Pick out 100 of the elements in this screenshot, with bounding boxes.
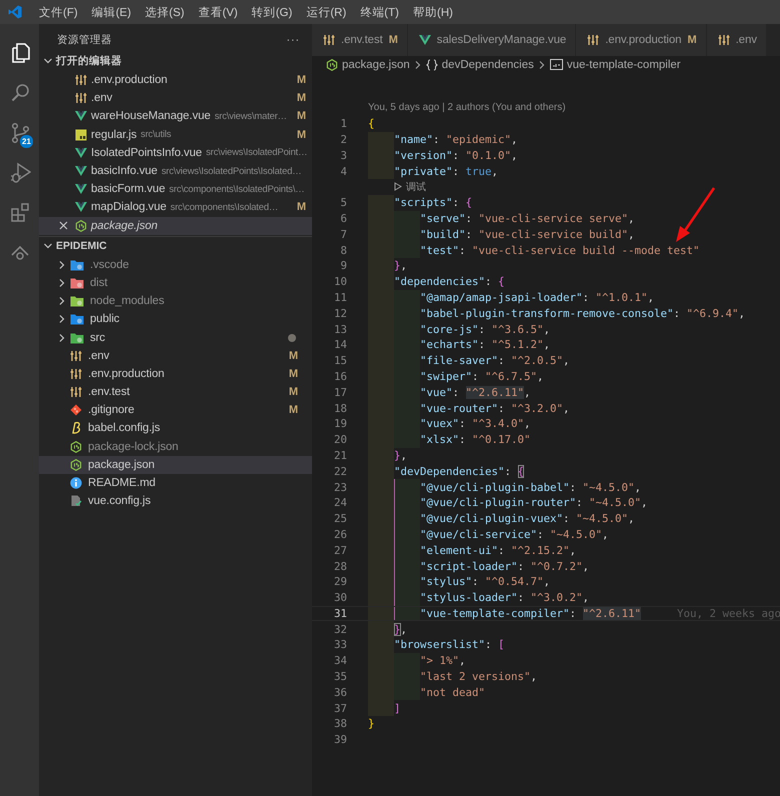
code-line: }, (394, 622, 408, 638)
git-status: M (296, 92, 306, 104)
line-number: 11 (334, 290, 347, 304)
menu-item[interactable]: 编辑(E) (84, 4, 138, 20)
editor-tab[interactable]: salesDeliveryManage.vue (408, 24, 576, 56)
open-editor-item[interactable]: regular.js src\utils M (39, 126, 312, 144)
file-name: README.md (88, 477, 156, 490)
code-line: "script-loader": "^0.7.2", (420, 558, 590, 574)
file-path: src\views\mater… (214, 110, 287, 122)
folder-item[interactable]: node_modules (39, 292, 312, 310)
file-path: src\components\Isolated… (170, 202, 278, 213)
file-name: public (90, 313, 120, 326)
git-status: M (296, 201, 306, 214)
open-editor-item[interactable]: package.json (39, 216, 312, 235)
editor-tab[interactable]: .env (706, 24, 767, 56)
menu-item[interactable]: 终端(T) (353, 4, 406, 20)
section-title: EPIDEMIC (56, 240, 107, 252)
diamond-icon (70, 404, 82, 416)
code-line: "babel-plugin-transform-remove-console": "^6.9.4", (420, 306, 746, 322)
v-logo-icon (75, 146, 87, 159)
file-item[interactable]: README.md (39, 474, 312, 492)
open-editor-item[interactable]: .env M (39, 89, 312, 108)
play-bug-icon[interactable] (8, 161, 30, 183)
file-item[interactable]: .env.test M (39, 383, 312, 402)
blame-info[interactable]: You, 5 days ago | 2 authors (You and others) (368, 102, 566, 114)
string-icon (550, 59, 563, 70)
code-line: }, (394, 448, 408, 464)
file-name: basicInfo.vue (91, 165, 158, 178)
folder-item[interactable]: src (39, 328, 312, 347)
file-item[interactable]: vue.config.js (39, 492, 312, 510)
line-number: 6 (340, 212, 347, 225)
file-name: package.json (88, 458, 155, 471)
open-editor-item[interactable]: basicForm.vue src\components\IsolatedPoints\… (39, 180, 312, 198)
line-number: 1 (340, 117, 347, 130)
file-name: dist (90, 276, 108, 289)
section-title: 打开的编辑器 (56, 54, 122, 68)
v-logo-icon (75, 183, 87, 196)
menu-item[interactable]: 查看(V) (191, 4, 245, 20)
file-name: .env.production (91, 74, 168, 86)
folder-item[interactable]: public (39, 310, 312, 328)
open-editor-item[interactable]: mapDialog.vue src\components\Isolated… M (39, 198, 312, 216)
file-name: mapDialog.vue (91, 201, 166, 214)
file-item[interactable]: .gitignore M (39, 401, 312, 420)
chevron-icon[interactable] (43, 56, 53, 66)
section-header[interactable]: 打开的编辑器 (39, 52, 312, 70)
open-editor-item[interactable]: wareHouseManage.vue src\views\mater… M (39, 107, 312, 126)
folder-item[interactable]: .vscode (39, 256, 312, 274)
file-item[interactable]: package.json (39, 456, 312, 474)
line-number: 2 (340, 132, 347, 146)
close-icon[interactable] (59, 221, 68, 230)
editor-tab[interactable]: .env.test M (312, 24, 408, 56)
breadcrumb-item[interactable]: package.json (326, 58, 410, 70)
count-badge: 21 (19, 134, 34, 149)
line-number: 15 (334, 354, 347, 368)
code-line: "devDependencies": { (394, 464, 524, 480)
open-editor-item[interactable]: .env.production M (39, 71, 312, 90)
line-number: 20 (334, 433, 347, 446)
file-name: .env.test (88, 386, 130, 398)
menu-item[interactable]: 帮助(H) (406, 4, 460, 20)
code-line: } (368, 716, 375, 732)
menu-item[interactable]: 文件(F) (32, 4, 85, 20)
code-line: ] (394, 700, 401, 716)
app-logo-icon[interactable] (8, 5, 22, 19)
code-line: "core-js": "^3.6.5", (420, 322, 550, 337)
extensions-icon[interactable] (8, 201, 30, 223)
v-logo-icon (75, 201, 87, 214)
more-actions[interactable]: ··· (286, 34, 300, 46)
breadcrumb-item[interactable]: devDependencies (426, 58, 534, 70)
chevron-icon (414, 60, 422, 70)
file-name: .env (88, 350, 110, 362)
code-line: "vue-template-compiler": "^2.6.11" (420, 606, 642, 620)
menu-item[interactable]: 选择(S) (138, 4, 192, 20)
menu-item[interactable]: 运行(R) (299, 4, 354, 20)
line-number: 10 (334, 275, 347, 288)
section-header[interactable]: EPIDEMIC (39, 236, 312, 255)
code-line: "xlsx": "^0.17.0" (420, 432, 531, 448)
code-line: "last 2 versions", (420, 669, 538, 684)
open-editor-item[interactable]: basicInfo.vue src\views\IsolatedPoints\Isolated… (39, 162, 312, 180)
line-number: 22 (334, 464, 347, 478)
line-number: 7 (340, 228, 347, 241)
code-line: "> 1%", (420, 653, 466, 669)
code-line: "vue-router": "^3.2.0", (420, 400, 570, 416)
folder-item[interactable]: dist (39, 274, 312, 292)
chevron-icon[interactable] (43, 240, 53, 251)
inline-blame: You, 2 weeks ago (677, 606, 780, 620)
open-editor-item[interactable]: IsolatedPointsInfo.vue src\views\IsolatedPoint… (39, 144, 312, 162)
file-item[interactable]: package-lock.json (39, 438, 312, 456)
file-item[interactable]: .env.production M (39, 364, 312, 383)
menu-item[interactable]: 转到(G) (244, 4, 300, 20)
editor-tab[interactable]: .env.production M (576, 24, 707, 56)
line-number: 12 (334, 306, 347, 320)
codelens-link[interactable]: 调试 (368, 178, 426, 195)
breadcrumb-item[interactable]: vue-template-compiler (550, 58, 681, 70)
file-name: .env.production (88, 368, 164, 380)
line-number: 17 (334, 386, 347, 399)
line-number: 30 (334, 591, 347, 604)
line-number: 4 (340, 164, 347, 178)
file-item[interactable]: .env M (39, 346, 312, 365)
file-item[interactable]: babel.config.js (39, 419, 312, 438)
code-line: "@vue/cli-plugin-vuex": "~4.5.0", (420, 511, 635, 527)
